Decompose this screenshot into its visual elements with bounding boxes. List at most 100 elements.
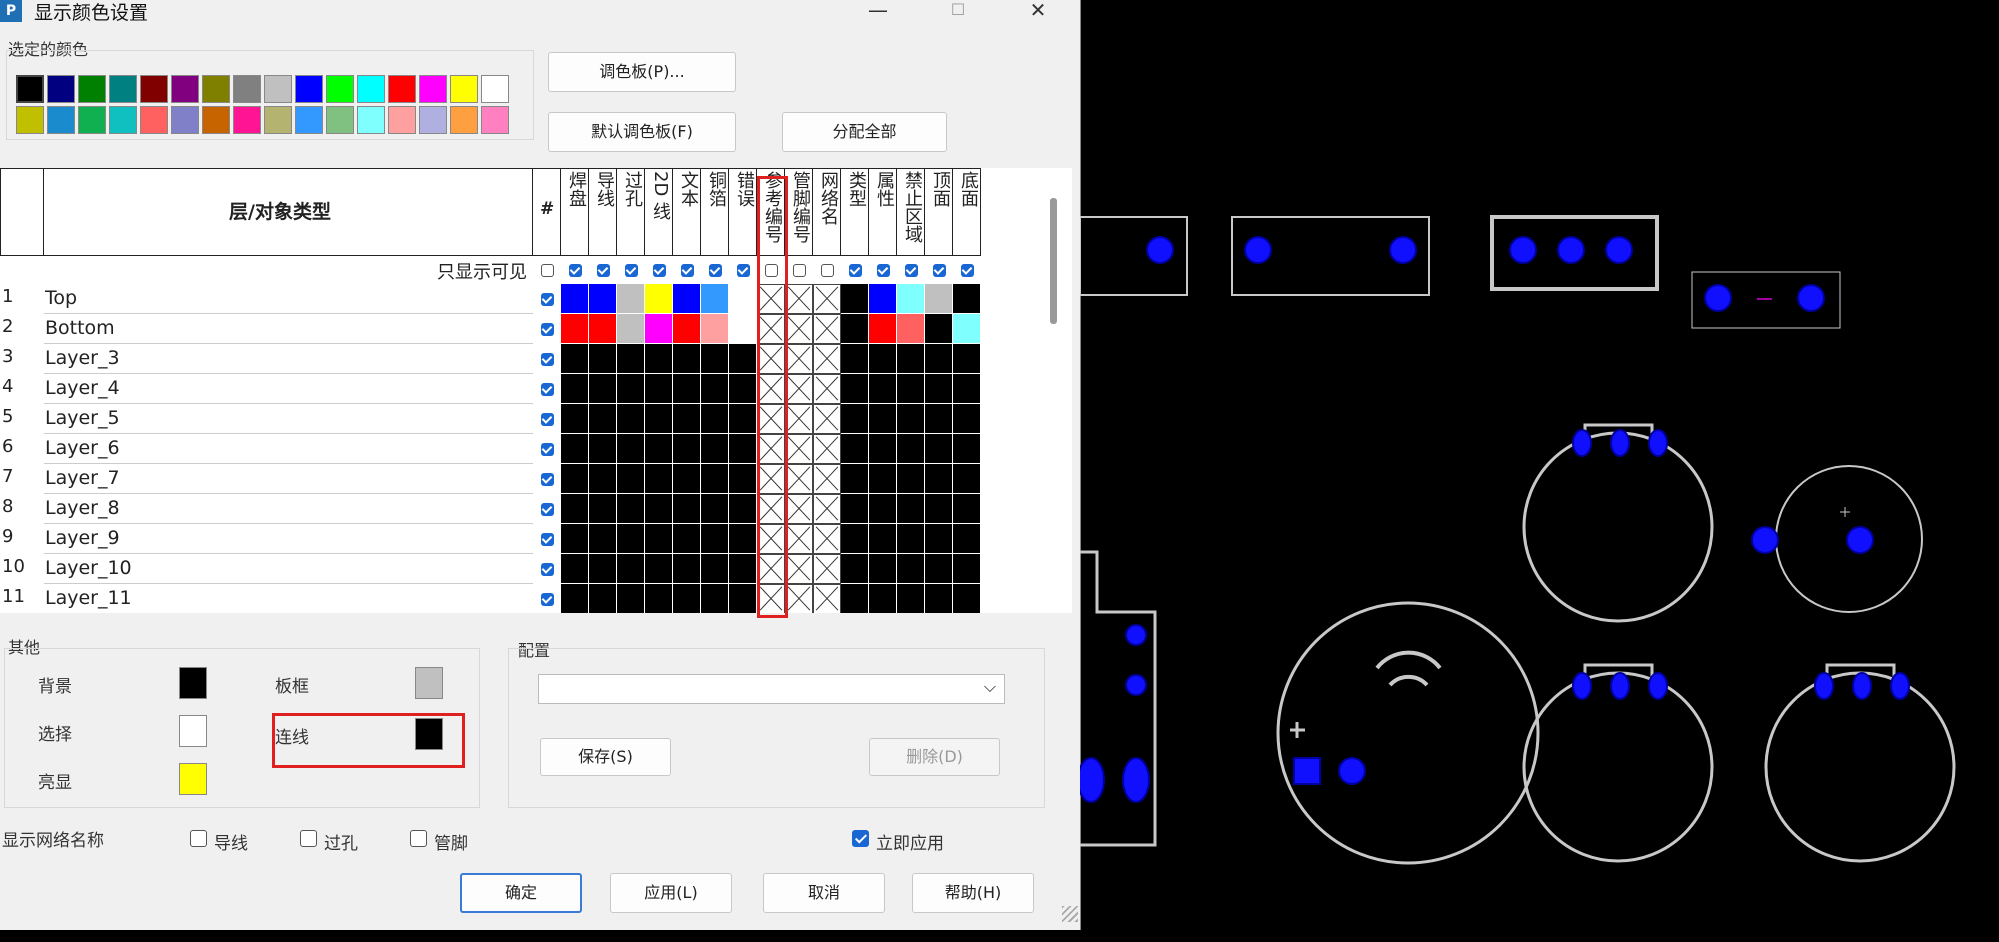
color-cell[interactable] — [897, 344, 925, 374]
palette-swatch[interactable] — [419, 106, 447, 134]
disabled-cell[interactable] — [785, 314, 813, 344]
color-cell[interactable] — [925, 494, 953, 524]
visible-only-checkbox[interactable] — [709, 264, 722, 277]
layer-visible-checkbox[interactable] — [541, 503, 554, 516]
color-cell[interactable] — [589, 464, 617, 494]
color-cell[interactable] — [589, 494, 617, 524]
color-cell[interactable] — [897, 284, 925, 314]
color-cell[interactable] — [841, 524, 869, 554]
color-cell[interactable] — [953, 494, 981, 524]
color-cell[interactable] — [869, 284, 897, 314]
layer-name[interactable]: Layer_9 — [45, 527, 120, 549]
color-cell[interactable] — [673, 554, 701, 584]
color-cell[interactable] — [617, 524, 645, 554]
color-cell[interactable] — [729, 284, 757, 314]
layer-name[interactable]: Layer_7 — [45, 467, 120, 489]
color-cell[interactable] — [897, 524, 925, 554]
color-cell[interactable] — [729, 494, 757, 524]
palette-button[interactable]: 调色板(P)... — [548, 52, 736, 92]
color-cell[interactable] — [925, 284, 953, 314]
palette-swatch[interactable] — [388, 75, 416, 103]
color-cell[interactable] — [729, 584, 757, 613]
disabled-cell[interactable] — [785, 434, 813, 464]
visible-only-checkbox[interactable] — [653, 264, 666, 277]
disabled-cell[interactable] — [785, 404, 813, 434]
disabled-cell[interactable] — [785, 554, 813, 584]
color-cell[interactable] — [617, 374, 645, 404]
color-cell[interactable] — [561, 434, 589, 464]
palette-swatch[interactable] — [450, 75, 478, 103]
disabled-cell[interactable] — [813, 464, 841, 494]
color-cell[interactable] — [841, 404, 869, 434]
net-name-pin-checkbox[interactable] — [410, 830, 427, 847]
color-cell[interactable] — [589, 554, 617, 584]
color-cell[interactable] — [673, 494, 701, 524]
layer-name[interactable]: Bottom — [45, 317, 115, 339]
color-cell[interactable] — [561, 464, 589, 494]
color-cell[interactable] — [701, 464, 729, 494]
color-cell[interactable] — [897, 434, 925, 464]
color-cell[interactable] — [673, 284, 701, 314]
color-cell[interactable] — [841, 314, 869, 344]
color-cell[interactable] — [617, 584, 645, 613]
color-cell[interactable] — [561, 344, 589, 374]
visible-only-checkbox[interactable] — [793, 264, 806, 277]
layer-name[interactable]: Layer_11 — [45, 587, 132, 609]
column-header[interactable]: 类型 — [841, 168, 869, 256]
palette-swatch[interactable] — [202, 75, 230, 103]
color-cell[interactable] — [953, 374, 981, 404]
color-cell[interactable] — [897, 584, 925, 613]
delete-button[interactable]: 删除(D) — [869, 738, 1000, 776]
highlight-color-box[interactable] — [179, 763, 207, 795]
layer-visible-checkbox[interactable] — [541, 563, 554, 576]
color-cell[interactable] — [645, 554, 673, 584]
layer-name[interactable]: Layer_3 — [45, 347, 120, 369]
palette-swatch[interactable] — [171, 106, 199, 134]
visible-only-checkbox[interactable] — [849, 264, 862, 277]
color-cell[interactable] — [673, 584, 701, 613]
color-cell[interactable] — [617, 464, 645, 494]
layer-visible-checkbox[interactable] — [541, 593, 554, 606]
color-cell[interactable] — [617, 314, 645, 344]
color-cell[interactable] — [729, 464, 757, 494]
color-cell[interactable] — [673, 524, 701, 554]
layer-visible-checkbox[interactable] — [541, 323, 554, 336]
palette-swatch[interactable] — [78, 106, 106, 134]
close-button[interactable]: ✕ — [1018, 0, 1058, 22]
color-cell[interactable] — [561, 374, 589, 404]
color-cell[interactable] — [729, 374, 757, 404]
color-cell[interactable] — [953, 464, 981, 494]
color-cell[interactable] — [869, 584, 897, 613]
color-cell[interactable] — [841, 584, 869, 613]
color-cell[interactable] — [729, 344, 757, 374]
color-cell[interactable] — [589, 314, 617, 344]
color-cell[interactable] — [925, 584, 953, 613]
grid-scrollbar[interactable] — [1050, 198, 1057, 324]
visible-only-checkbox[interactable] — [961, 264, 974, 277]
palette-swatch[interactable] — [326, 75, 354, 103]
ok-button[interactable]: 确定 — [460, 873, 582, 913]
default-palette-button[interactable]: 默认调色板(F) — [548, 112, 736, 152]
visible-only-checkbox[interactable] — [681, 264, 694, 277]
disabled-cell[interactable] — [785, 464, 813, 494]
assign-all-button[interactable]: 分配全部 — [782, 112, 947, 152]
column-header[interactable]: 顶面 — [925, 168, 953, 256]
color-cell[interactable] — [701, 284, 729, 314]
palette-swatch[interactable] — [78, 75, 106, 103]
color-cell[interactable] — [701, 524, 729, 554]
disabled-cell[interactable] — [813, 314, 841, 344]
color-cell[interactable] — [673, 374, 701, 404]
color-cell[interactable] — [953, 314, 981, 344]
color-cell[interactable] — [953, 554, 981, 584]
color-cell[interactable] — [897, 374, 925, 404]
palette-swatch[interactable] — [16, 75, 44, 103]
visible-only-checkbox[interactable] — [877, 264, 890, 277]
pcb-canvas[interactable] — [1080, 0, 1999, 942]
layer-name[interactable]: Layer_6 — [45, 437, 120, 459]
color-cell[interactable] — [701, 584, 729, 613]
color-cell[interactable] — [841, 284, 869, 314]
color-cell[interactable] — [673, 314, 701, 344]
disabled-cell[interactable] — [813, 284, 841, 314]
palette-swatch[interactable] — [233, 106, 261, 134]
color-cell[interactable] — [841, 464, 869, 494]
